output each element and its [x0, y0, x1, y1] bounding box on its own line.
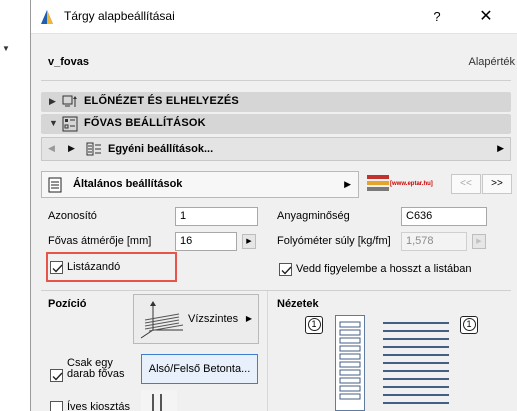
panel-bar: Általános beállítások ▶ [www.eptar.hu] <…: [41, 171, 512, 198]
view-number-right[interactable]: 1: [460, 316, 478, 334]
listazando-checkbox[interactable]: [50, 261, 63, 274]
logo-text: [www.eptar.hu]: [390, 181, 433, 187]
csak-egy-line-2: darab fővas: [67, 368, 125, 380]
checkmark-icon: [52, 372, 63, 381]
close-button[interactable]: ✕: [472, 5, 500, 29]
chevron-right-icon: ▶: [49, 96, 56, 106]
chevron-right-icon: ▶: [245, 314, 252, 323]
checkmark-icon: [281, 266, 292, 275]
vertical-rebar-view-icon: [339, 321, 361, 400]
atmero-stepper[interactable]: ▶: [242, 234, 256, 249]
chevron-right-icon[interactable]: ▶: [497, 143, 504, 154]
divider: [41, 290, 511, 291]
title-bar: Tárgy alapbeállításai ? ✕: [31, 0, 517, 34]
atmero-input[interactable]: 16: [175, 232, 237, 251]
document-list-icon: [48, 177, 62, 193]
csak-egy-label[interactable]: Csak egy darab fővas: [67, 358, 124, 380]
folyometer-label: Folyóméter súly [kg/fm]: [277, 235, 391, 247]
chevron-down-icon: ▼: [49, 118, 58, 128]
custom-settings-bar: ◀ ▶ Egyéni beállítások... ▶: [41, 137, 511, 161]
view-plan-right[interactable]: [381, 315, 451, 411]
eptar-logo-icon: [367, 175, 389, 191]
nezetek-label: Nézetek: [277, 298, 319, 310]
divider: [41, 80, 511, 81]
anyagminoseg-label: Anyagminőség: [277, 210, 350, 222]
view-number-right-value: 1: [462, 318, 476, 331]
panel-selector[interactable]: Általános beállítások ▶: [41, 171, 359, 198]
vertical-divider: [267, 291, 268, 411]
section-preview-label: ELŐNÉZET ÉS ELHELYEZÉS: [84, 95, 239, 107]
ives-checkbox[interactable]: [50, 401, 63, 411]
atmero-label: Fővas átmérője [mm]: [48, 235, 152, 247]
prev-page-button[interactable]: <<: [451, 174, 481, 194]
ives-label[interactable]: Íves kiosztás: [67, 401, 130, 411]
csak-egy-checkbox[interactable]: [50, 369, 63, 382]
pozicio-label: Pozíció: [48, 298, 87, 310]
section-fovas-settings[interactable]: ▼ FŐVAS BEÁLLÍTÁSOK: [41, 114, 511, 134]
eptar-logo: [www.eptar.hu]: [367, 174, 447, 194]
folyometer-input: 1,578: [401, 232, 467, 251]
checkmark-icon: [52, 264, 63, 273]
view-number-left[interactable]: 1: [305, 316, 323, 334]
anyagminoseg-input[interactable]: C636: [401, 207, 487, 226]
prev-arrow-icon[interactable]: ◀: [48, 143, 58, 155]
hossz-checkbox[interactable]: [279, 263, 292, 276]
default-label[interactable]: Alapérték: [469, 56, 515, 68]
position-selector[interactable]: Vízszintes ▶: [133, 294, 259, 344]
curved-distribution-icon: [141, 390, 177, 411]
view-section-left[interactable]: [335, 315, 365, 411]
concrete-cover-button[interactable]: Alsó/Felső Betonta...: [141, 354, 258, 384]
preview-placement-icon: [62, 95, 77, 107]
horizontal-bars-icon: [140, 301, 184, 339]
settings-list-icon: [62, 116, 78, 132]
section-preview-placement[interactable]: ▶ ELŐNÉZET ÉS ELHELYEZÉS: [41, 92, 511, 112]
dialog-window: Tárgy alapbeállításai ? ✕ v_fovas Alapér…: [30, 0, 517, 411]
folyometer-stepper: ▶: [472, 234, 486, 249]
next-page-button[interactable]: >>: [482, 174, 512, 194]
help-button[interactable]: ?: [425, 5, 449, 29]
collapse-arrow-icon[interactable]: ▼: [2, 44, 10, 53]
listazando-label[interactable]: Listázandó: [67, 261, 120, 273]
horizontal-rebar-view-icon: [383, 322, 449, 404]
archicad-app-icon: [41, 10, 53, 24]
view-number-left-value: 1: [307, 318, 321, 331]
window-title: Tárgy alapbeállításai: [64, 9, 175, 23]
custom-settings-icon: [86, 142, 101, 156]
azonosito-input[interactable]: 1: [175, 207, 258, 226]
position-value: Vízszintes: [188, 313, 239, 325]
section-settings-label: FŐVAS BEÁLLÍTÁSOK: [84, 117, 206, 129]
next-arrow-icon[interactable]: ▶: [68, 143, 78, 155]
object-name: v_fovas: [48, 56, 89, 68]
custom-settings-label[interactable]: Egyéni beállítások...: [108, 143, 213, 155]
azonosito-label: Azonosító: [48, 210, 97, 222]
hossz-label[interactable]: Vedd figyelembe a hosszt a listában: [296, 263, 472, 275]
panel-selector-label: Általános beállítások: [73, 178, 183, 190]
chevron-right-icon: ▶: [344, 179, 351, 189]
